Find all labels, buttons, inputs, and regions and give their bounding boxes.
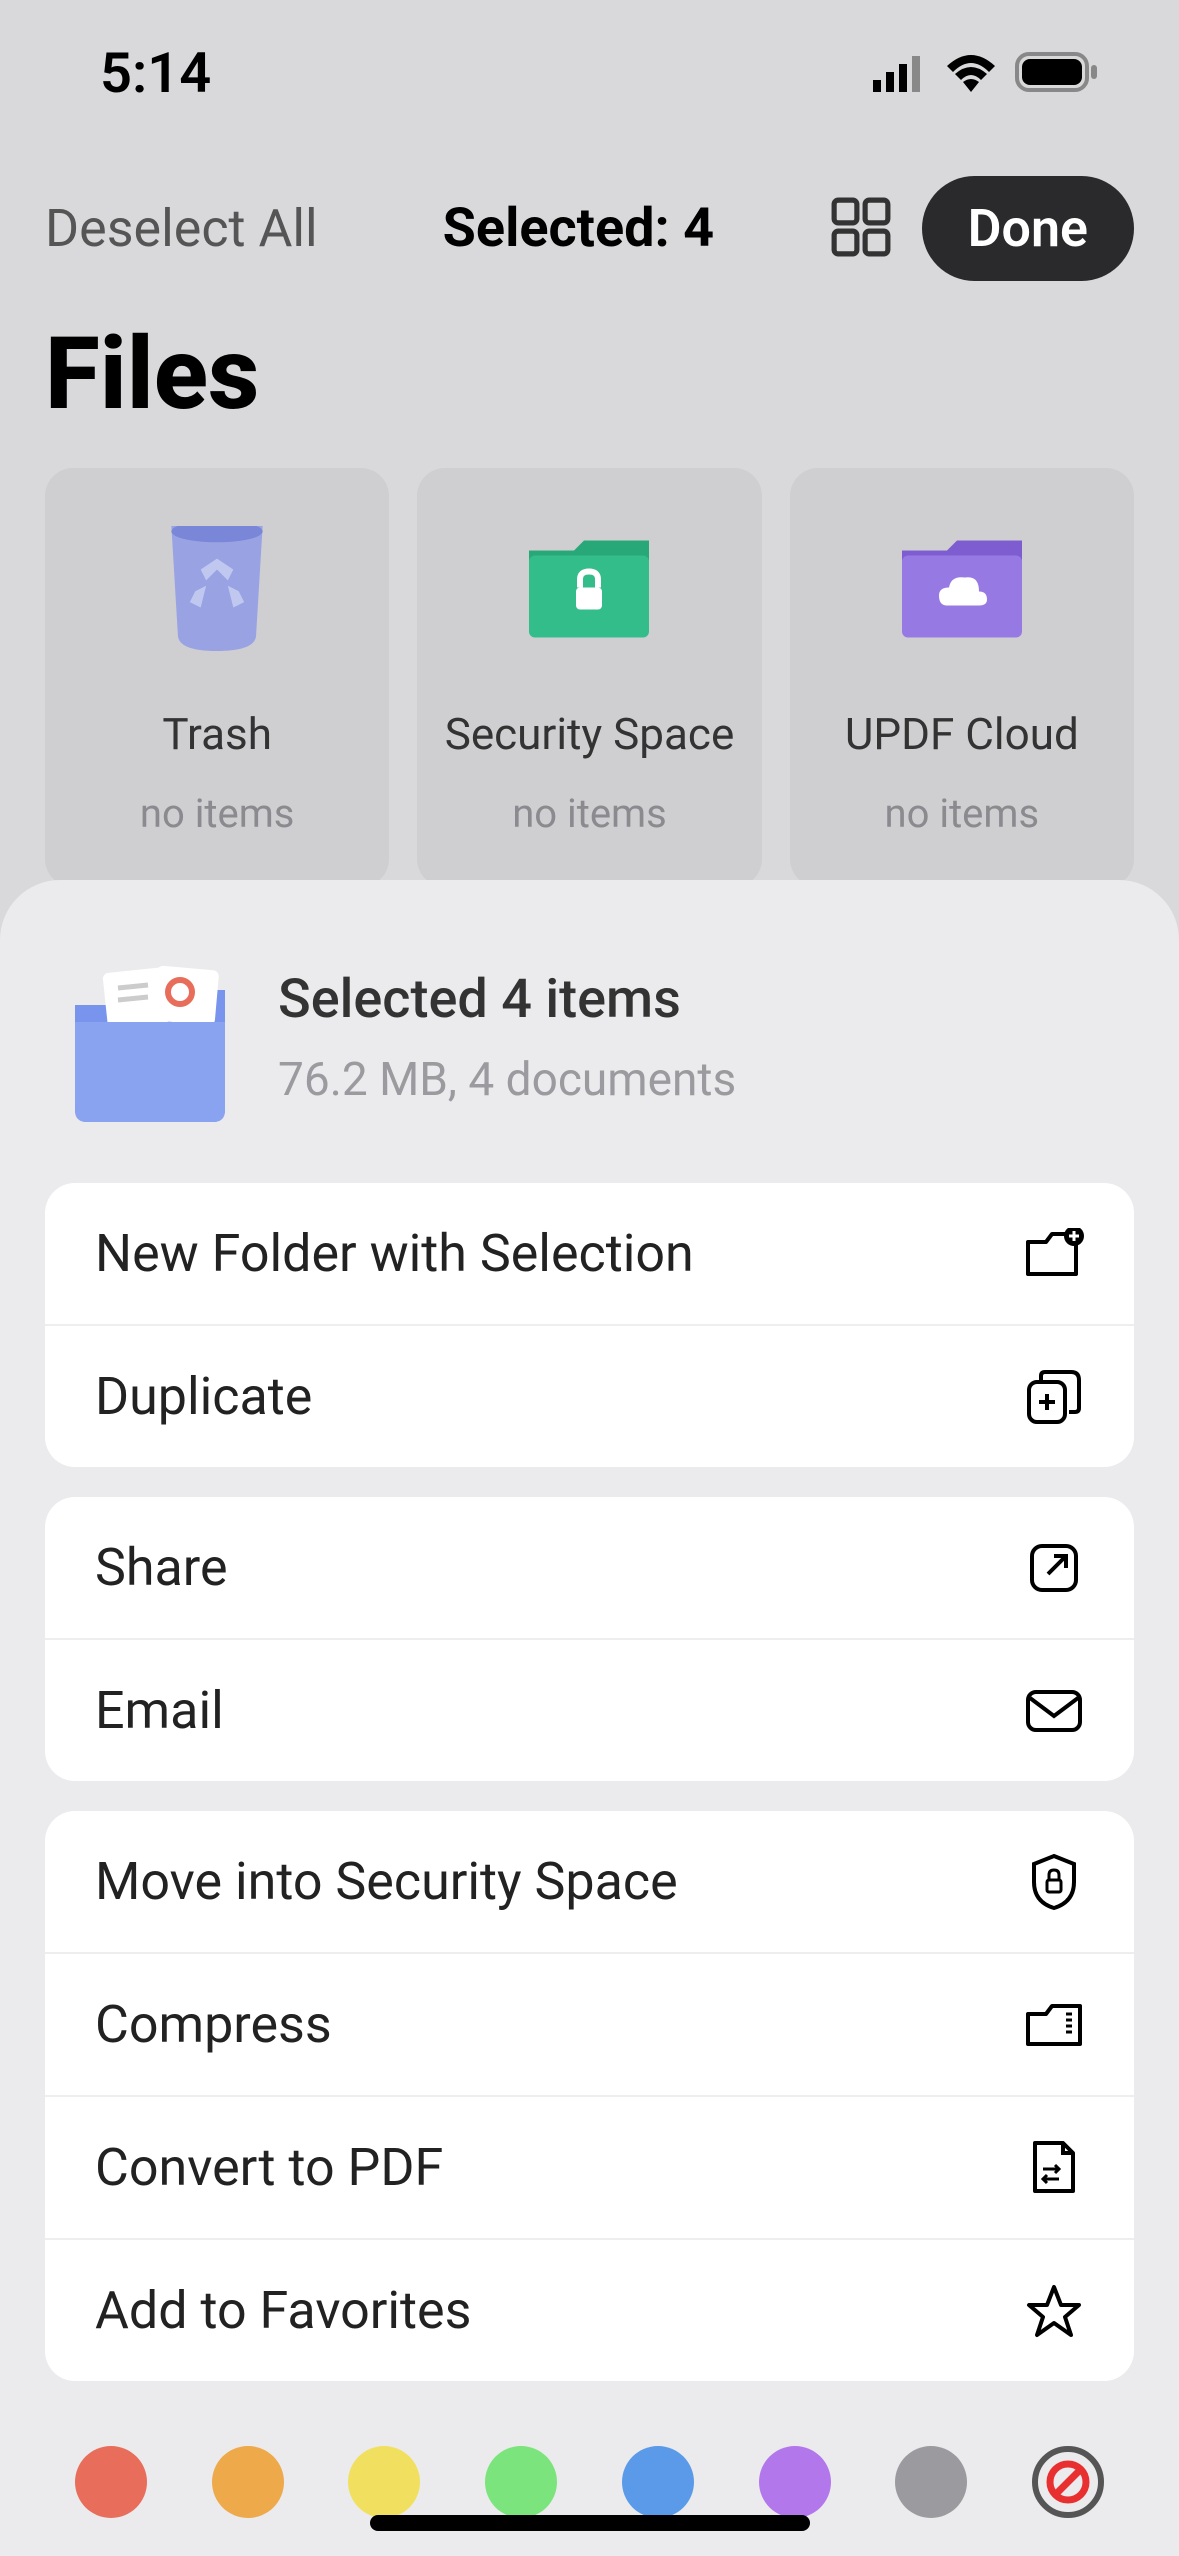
action-label: Share: [95, 1537, 228, 1598]
action-label: New Folder with Selection: [95, 1223, 694, 1284]
cloud-folder-icon: [897, 523, 1027, 653]
toolbar: Deselect All Selected: 4 Done: [0, 136, 1179, 311]
action-email[interactable]: Email: [45, 1640, 1134, 1781]
action-share[interactable]: Share: [45, 1497, 1134, 1640]
trash-icon: [152, 523, 282, 653]
action-compress[interactable]: Compress: [45, 1954, 1134, 2097]
action-label: Move into Security Space: [95, 1851, 678, 1912]
done-button[interactable]: Done: [922, 176, 1134, 281]
color-tag-blue[interactable]: [622, 2446, 694, 2518]
folder-name: Trash: [162, 708, 272, 760]
color-tag-none[interactable]: [1032, 2446, 1104, 2518]
home-indicator[interactable]: [370, 2515, 810, 2531]
action-label: Duplicate: [95, 1366, 312, 1427]
duplicate-icon: [1024, 1367, 1084, 1427]
action-label: Add to Favorites: [95, 2280, 471, 2341]
status-time: 5:14: [100, 40, 211, 106]
status-bar: 5:14: [0, 0, 1179, 136]
compress-icon: [1024, 1995, 1084, 2055]
documents-folder-icon: [60, 950, 240, 1125]
shield-lock-icon: [1024, 1852, 1084, 1912]
action-sheet: Selected 4 items 76.2 MB, 4 documents Ne…: [0, 880, 1179, 2556]
action-label: Compress: [95, 1994, 332, 2055]
action-move-security[interactable]: Move into Security Space: [45, 1811, 1134, 1954]
folder-updf-cloud[interactable]: UPDF Cloud no items: [790, 468, 1134, 887]
star-icon: [1024, 2281, 1084, 2341]
color-tag-yellow[interactable]: [348, 2446, 420, 2518]
folder-name: UPDF Cloud: [845, 708, 1079, 760]
folder-name: Security Space: [445, 708, 735, 760]
color-tag-green[interactable]: [485, 2446, 557, 2518]
action-group-1: New Folder with Selection Duplicate: [45, 1183, 1134, 1467]
action-group-2: Share Email: [45, 1497, 1134, 1781]
action-add-favorites[interactable]: Add to Favorites: [45, 2240, 1134, 2381]
page-title: Files: [0, 311, 1179, 468]
folder-meta: no items: [140, 790, 295, 837]
cellular-icon: [873, 40, 927, 106]
action-group-3: Move into Security Space Compress Conver…: [45, 1811, 1134, 2381]
lock-folder-icon: [524, 523, 654, 653]
folder-security-space[interactable]: Security Space no items: [417, 468, 761, 887]
sheet-title: Selected 4 items: [278, 968, 736, 1031]
battery-icon: [1015, 40, 1099, 106]
folder-meta: no items: [885, 790, 1040, 837]
color-tag-orange[interactable]: [212, 2446, 284, 2518]
color-tag-red[interactable]: [75, 2446, 147, 2518]
email-icon: [1024, 1681, 1084, 1741]
deselect-all-button[interactable]: Deselect All: [45, 198, 318, 259]
color-tag-gray[interactable]: [895, 2446, 967, 2518]
color-tag-purple[interactable]: [759, 2446, 831, 2518]
convert-pdf-icon: [1024, 2138, 1084, 2198]
action-label: Convert to PDF: [95, 2137, 443, 2198]
sheet-header: Selected 4 items 76.2 MB, 4 documents: [45, 950, 1134, 1125]
status-icons: [873, 40, 1099, 106]
action-duplicate[interactable]: Duplicate: [45, 1326, 1134, 1467]
action-new-folder[interactable]: New Folder with Selection: [45, 1183, 1134, 1326]
folder-trash[interactable]: Trash no items: [45, 468, 389, 887]
folder-grid: Trash no items Security Space no items U…: [0, 468, 1179, 887]
action-label: Email: [95, 1680, 224, 1741]
sheet-subtitle: 76.2 MB, 4 documents: [278, 1053, 736, 1107]
action-convert-pdf[interactable]: Convert to PDF: [45, 2097, 1134, 2240]
folder-meta: no items: [512, 790, 667, 837]
wifi-icon: [945, 40, 997, 106]
selected-count-label: Selected: 4: [443, 197, 714, 260]
new-folder-icon: [1024, 1224, 1084, 1284]
grid-view-icon[interactable]: [830, 196, 892, 262]
share-icon: [1024, 1538, 1084, 1598]
